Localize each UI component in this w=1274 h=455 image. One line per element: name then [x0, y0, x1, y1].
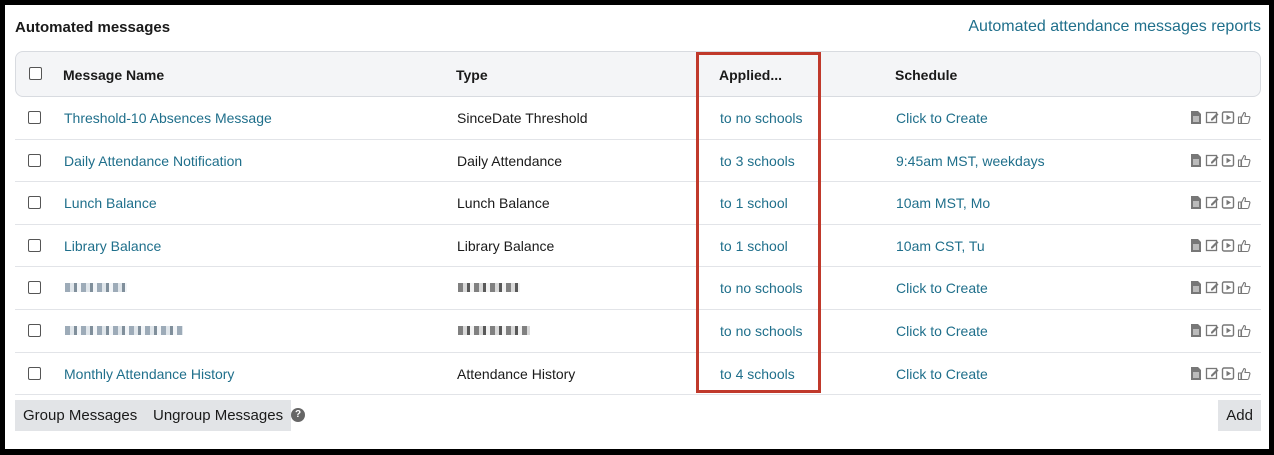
message-name-link[interactable]: Threshold-10 Absences Message [64, 110, 272, 126]
edit-icon[interactable] [1205, 153, 1219, 168]
document-icon[interactable] [1189, 153, 1203, 168]
schedule-link[interactable]: 10am MST, Mo [896, 195, 990, 211]
document-icon[interactable] [1189, 238, 1203, 253]
play-icon[interactable] [1221, 195, 1235, 210]
schedule-link[interactable]: Click to Create [896, 110, 988, 126]
schedule-link[interactable]: Click to Create [896, 280, 988, 296]
edit-icon[interactable] [1205, 366, 1219, 381]
redacted-message-type [458, 283, 520, 293]
row-checkbox[interactable] [28, 196, 41, 210]
redacted-message-name [65, 325, 183, 335]
applied-schools-link[interactable]: to 1 school [720, 238, 788, 254]
row-checkbox[interactable] [28, 238, 41, 252]
row-actions [1189, 153, 1251, 168]
row-actions [1189, 280, 1251, 295]
row-checkbox[interactable] [28, 366, 41, 380]
document-icon[interactable] [1189, 366, 1203, 381]
message-type: Library Balance [457, 237, 555, 254]
redacted-message-type [458, 325, 530, 335]
page-title: Automated messages [15, 19, 171, 36]
schedule-link[interactable]: Click to Create [896, 323, 988, 339]
play-icon[interactable] [1221, 153, 1235, 168]
thumbs-up-icon[interactable] [1237, 366, 1251, 381]
schedule-link[interactable]: Click to Create [896, 366, 988, 382]
schedule-link[interactable]: 9:45am MST, weekdays [896, 153, 1045, 169]
message-type: Daily Attendance [457, 152, 563, 169]
table-row: Daily Attendance Notification Daily Atten… [15, 140, 1261, 183]
attendance-reports-link[interactable]: Automated attendance messages reports [968, 18, 1261, 36]
play-icon[interactable] [1221, 110, 1235, 125]
group-messages-button[interactable]: Group Messages [15, 400, 146, 431]
table-body: Threshold-10 Absences Message SinceDate T… [15, 97, 1261, 396]
play-icon[interactable] [1221, 280, 1235, 295]
table-row: Library Balance Library Balance to 1 schoo… [15, 225, 1261, 268]
table-row: Monthly Attendance History Attendance His… [15, 353, 1261, 396]
row-checkbox[interactable] [28, 323, 41, 337]
row-actions [1189, 238, 1251, 253]
messages-table: Message Name Type Applied... Schedule Th… [15, 51, 1261, 396]
document-icon[interactable] [1189, 110, 1203, 125]
column-header-applied[interactable]: Applied... [719, 67, 782, 83]
edit-icon[interactable] [1205, 238, 1219, 253]
select-all-checkbox[interactable] [29, 67, 42, 80]
thumbs-up-icon[interactable] [1237, 195, 1251, 210]
column-header-schedule[interactable]: Schedule [895, 67, 957, 83]
table-row: to no schools Click to Create [15, 310, 1261, 353]
row-actions [1189, 195, 1251, 210]
applied-schools-link[interactable]: to no schools [720, 323, 803, 339]
applied-schools-link[interactable]: to no schools [720, 280, 803, 296]
column-header-type[interactable]: Type [456, 67, 488, 83]
ungroup-messages-button[interactable]: Ungroup Messages [145, 400, 292, 431]
message-name-link[interactable]: Lunch Balance [64, 195, 157, 211]
play-icon[interactable] [1221, 238, 1235, 253]
edit-icon[interactable] [1205, 323, 1219, 338]
row-checkbox[interactable] [28, 281, 41, 295]
automated-messages-panel: Automated messages Automated attendance … [5, 5, 1269, 449]
row-actions [1189, 110, 1251, 125]
applied-schools-link[interactable]: to 3 schools [720, 153, 795, 169]
add-button[interactable]: Add [1218, 400, 1261, 431]
edit-icon[interactable] [1205, 280, 1219, 295]
applied-schools-link[interactable]: to no schools [720, 110, 803, 126]
thumbs-up-icon[interactable] [1237, 238, 1251, 253]
message-type: Attendance History [457, 365, 576, 382]
thumbs-up-icon[interactable] [1237, 153, 1251, 168]
document-icon[interactable] [1189, 323, 1203, 338]
help-icon[interactable]: ? [291, 408, 305, 422]
table-row: Threshold-10 Absences Message SinceDate T… [15, 97, 1261, 140]
edit-icon[interactable] [1205, 195, 1219, 210]
thumbs-up-icon[interactable] [1237, 323, 1251, 338]
thumbs-up-icon[interactable] [1237, 110, 1251, 125]
row-actions [1189, 323, 1251, 338]
schedule-link[interactable]: 10am CST, Tu [896, 238, 985, 254]
table-footer: Group Messages Ungroup Messages ? Add [15, 400, 1261, 431]
message-name-link[interactable]: Daily Attendance Notification [64, 153, 242, 169]
play-icon[interactable] [1221, 323, 1235, 338]
document-icon[interactable] [1189, 280, 1203, 295]
message-type: Lunch Balance [457, 195, 550, 212]
redacted-message-name [65, 283, 127, 293]
edit-icon[interactable] [1205, 110, 1219, 125]
row-checkbox[interactable] [28, 153, 41, 167]
document-icon[interactable] [1189, 195, 1203, 210]
play-icon[interactable] [1221, 366, 1235, 381]
table-row: Lunch Balance Lunch Balance to 1 school 10a… [15, 182, 1261, 225]
row-checkbox[interactable] [28, 111, 41, 124]
thumbs-up-icon[interactable] [1237, 280, 1251, 295]
table-row: to no schools Click to Create [15, 267, 1261, 310]
applied-schools-link[interactable]: to 1 school [720, 195, 788, 211]
message-type: SinceDate Threshold [457, 110, 588, 126]
column-header-message-name[interactable]: Message Name [63, 67, 164, 83]
table-header: Message Name Type Applied... Schedule [15, 51, 1261, 97]
row-actions [1189, 366, 1251, 381]
message-name-link[interactable]: Monthly Attendance History [64, 366, 234, 382]
message-name-link[interactable]: Library Balance [64, 238, 161, 254]
applied-schools-link[interactable]: to 4 schools [720, 366, 795, 382]
